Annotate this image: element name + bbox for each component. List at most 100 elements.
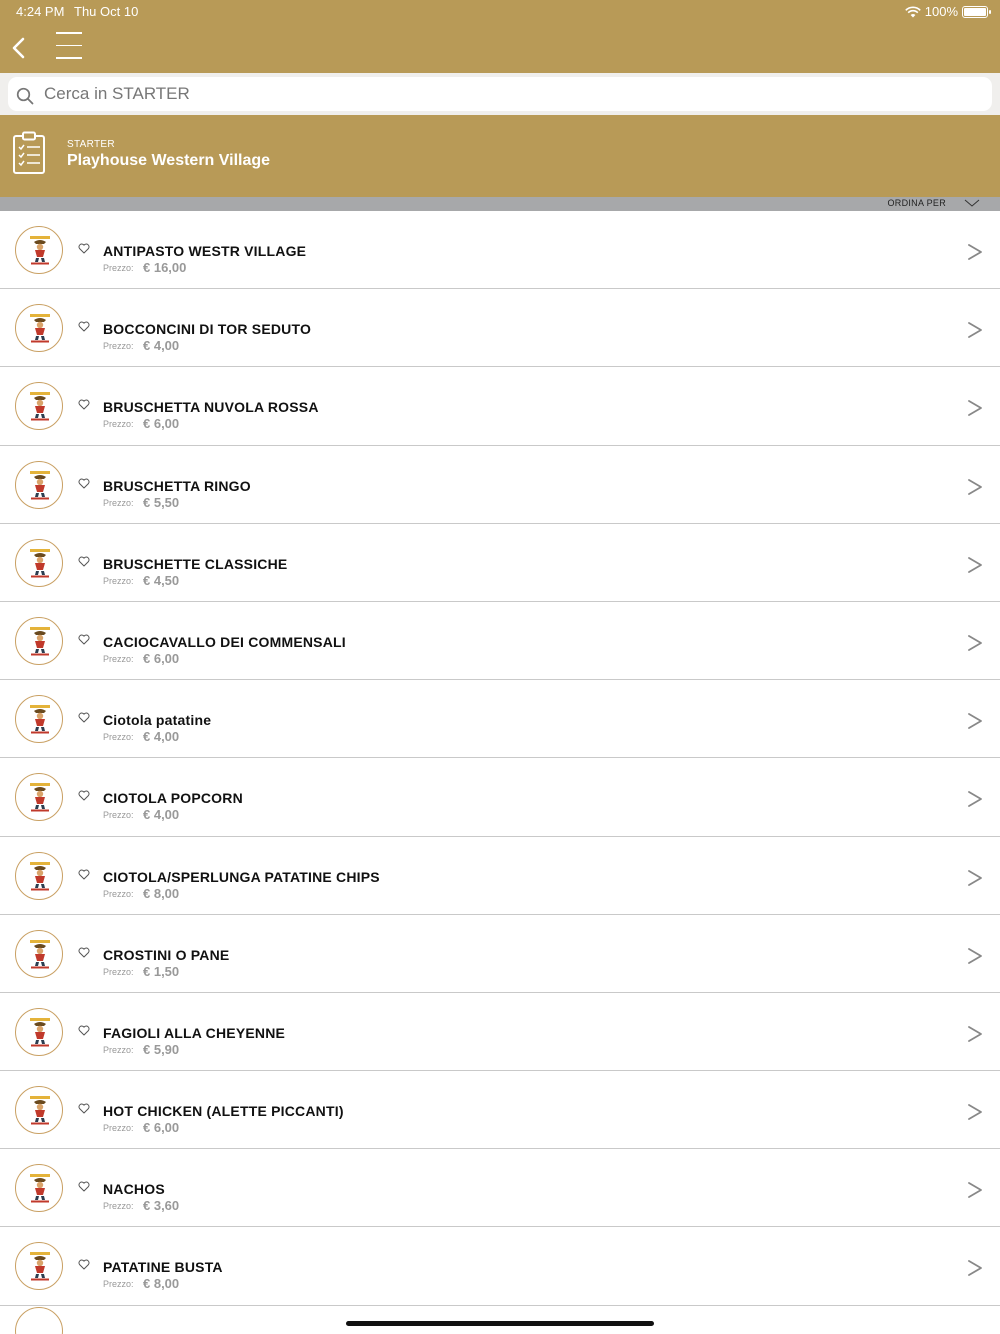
item-price: € 8,00 (143, 1276, 180, 1292)
heart-icon[interactable] (78, 634, 90, 645)
list-item[interactable]: BRUSCHETTA RINGO Prezzo: € 5,50 (0, 445, 1000, 524)
chevron-down-icon (964, 199, 980, 207)
heart-icon[interactable] (78, 947, 90, 958)
search-bar-container (0, 73, 1000, 115)
chevron-right-icon (968, 791, 982, 808)
item-price: € 1,50 (143, 963, 180, 979)
item-name: ANTIPASTO WESTR VILLAGE (103, 243, 307, 259)
item-price: € 4,00 (143, 338, 180, 354)
status-time: 4:24 PM (16, 4, 65, 19)
chevron-right-icon (968, 556, 982, 573)
heart-icon[interactable] (78, 869, 90, 880)
item-price-label: Prezzo: (103, 732, 134, 743)
item-name: HOT CHICKEN (ALETTE PICCANTI) (103, 1103, 344, 1120)
chevron-right-icon (968, 947, 982, 964)
item-price: € 5,50 (143, 494, 180, 510)
chevron-right-icon (968, 1104, 982, 1120)
item-name: CIOTOLA/SPERLUNGA PATATINE CHIPS (103, 868, 380, 885)
list-item[interactable]: BRUSCHETTE CLASSICHE Prezzo: € 4,50 (0, 523, 1000, 602)
heart-icon[interactable] (78, 1103, 90, 1114)
heart-icon[interactable] (78, 1181, 90, 1192)
category-title: Playhouse Western Village (67, 152, 271, 169)
product-thumbnail (15, 1007, 63, 1056)
list-item[interactable]: ANTIPASTO WESTR VILLAGE Prezzo: € 16,00 (0, 211, 1000, 290)
wifi-icon (904, 6, 921, 17)
list-item[interactable]: CROSTINI O PANE Prezzo: € 1,50 (0, 914, 1000, 993)
battery-icon (962, 5, 991, 18)
product-thumbnail (15, 382, 63, 431)
product-thumbnail (15, 851, 63, 900)
item-price-label: Prezzo: (103, 1044, 134, 1055)
item-price: € 6,00 (143, 1120, 180, 1136)
heart-icon[interactable] (78, 399, 90, 410)
heart-icon[interactable] (78, 478, 90, 489)
heart-icon[interactable] (78, 712, 90, 723)
chevron-right-icon (968, 400, 982, 417)
item-name: BOCCONCINI DI TOR SEDUTO (103, 321, 312, 338)
item-price-label: Prezzo: (103, 1201, 134, 1212)
product-thumbnail (15, 695, 63, 744)
sort-label: ORDINA PER (887, 198, 946, 208)
item-price: € 16,00 (143, 260, 187, 275)
chevron-right-icon (968, 322, 982, 339)
product-thumbnail (15, 226, 63, 274)
item-name: BRUSCHETTE CLASSICHE (103, 555, 288, 572)
list-item[interactable]: CIOTOLA/SPERLUNGA PATATINE CHIPS Prezzo:… (0, 836, 1000, 915)
heart-icon[interactable] (78, 321, 90, 332)
item-price-label: Prezzo: (103, 653, 134, 664)
item-name: FAGIOLI ALLA CHEYENNE (103, 1024, 286, 1041)
menu-button[interactable] (56, 32, 82, 62)
list-item[interactable]: CACIOCAVALLO DEI COMMENSALI Prezzo: € 6,… (0, 601, 1000, 681)
heart-icon[interactable] (78, 556, 90, 567)
list-item[interactable]: BRUSCHETTA NUVOLA ROSSA Prezzo: € 6,00 (0, 367, 1000, 446)
heart-icon[interactable] (78, 1025, 90, 1036)
item-price-label: Prezzo: (103, 888, 134, 899)
item-price-label: Prezzo: (103, 341, 134, 352)
item-price: € 8,00 (143, 885, 180, 901)
chevron-right-icon (968, 1260, 982, 1277)
product-thumbnail (15, 1307, 63, 1334)
item-price: € 6,00 (143, 650, 180, 666)
top-navigation-bar: 4:24 PM Thu Oct 10 100% (0, 0, 1000, 73)
product-thumbnail (15, 773, 63, 822)
item-price: € 6,00 (143, 416, 180, 432)
heart-icon[interactable] (78, 1259, 90, 1270)
category-label: STARTER (67, 139, 115, 150)
search-input[interactable] (44, 81, 974, 107)
hamburger-icon (56, 32, 82, 34)
heart-icon[interactable] (78, 243, 90, 254)
item-price-label: Prezzo: (103, 497, 134, 508)
list-item[interactable]: Ciotola patatine Prezzo: € 4,00 (0, 680, 1000, 759)
back-button[interactable] (8, 34, 32, 62)
item-price: € 3,60 (143, 1198, 180, 1214)
item-price-label: Prezzo: (103, 1279, 134, 1290)
item-price-label: Prezzo: (103, 263, 134, 273)
heart-icon[interactable] (78, 790, 90, 801)
list-item[interactable]: BOCCONCINI DI TOR SEDUTO Prezzo: € 4,00 (0, 289, 1000, 368)
search-icon (16, 87, 34, 105)
status-indicators: 100% (904, 4, 991, 19)
list-item[interactable]: CIOTOLA POPCORN Prezzo: € 4,00 (0, 758, 1000, 837)
product-thumbnail (15, 616, 63, 665)
home-indicator[interactable] (346, 1321, 654, 1326)
chevron-right-icon (968, 869, 982, 886)
sort-bar[interactable]: ORDINA PER (0, 197, 1000, 211)
chevron-right-icon (968, 478, 982, 495)
product-thumbnail (15, 929, 63, 978)
item-price-label: Prezzo: (103, 419, 134, 430)
item-name: NACHOS (103, 1181, 165, 1198)
list-item[interactable]: FAGIOLI ALLA CHEYENNE Prezzo: € 5,90 (0, 992, 1000, 1072)
list-item[interactable]: PATATINE BUSTA Prezzo: € 8,00 (0, 1227, 1000, 1306)
search-bar[interactable] (8, 77, 992, 111)
item-price: € 4,00 (143, 729, 180, 745)
category-header: STARTER Playhouse Western Village (0, 115, 1000, 197)
item-name: BRUSCHETTA NUVOLA ROSSA (103, 399, 319, 416)
list-item[interactable]: HOT CHICKEN (ALETTE PICCANTI) Prezzo: € … (0, 1071, 1000, 1150)
battery-percent: 100% (924, 4, 958, 19)
list-item[interactable]: NACHOS Prezzo: € 3,60 (0, 1149, 1000, 1228)
item-price-label: Prezzo: (103, 1123, 134, 1134)
clipboard-list-icon (13, 131, 45, 174)
chevron-right-icon (968, 244, 982, 260)
item-name: CIOTOLA POPCORN (103, 790, 243, 807)
item-price: € 5,90 (143, 1041, 180, 1057)
